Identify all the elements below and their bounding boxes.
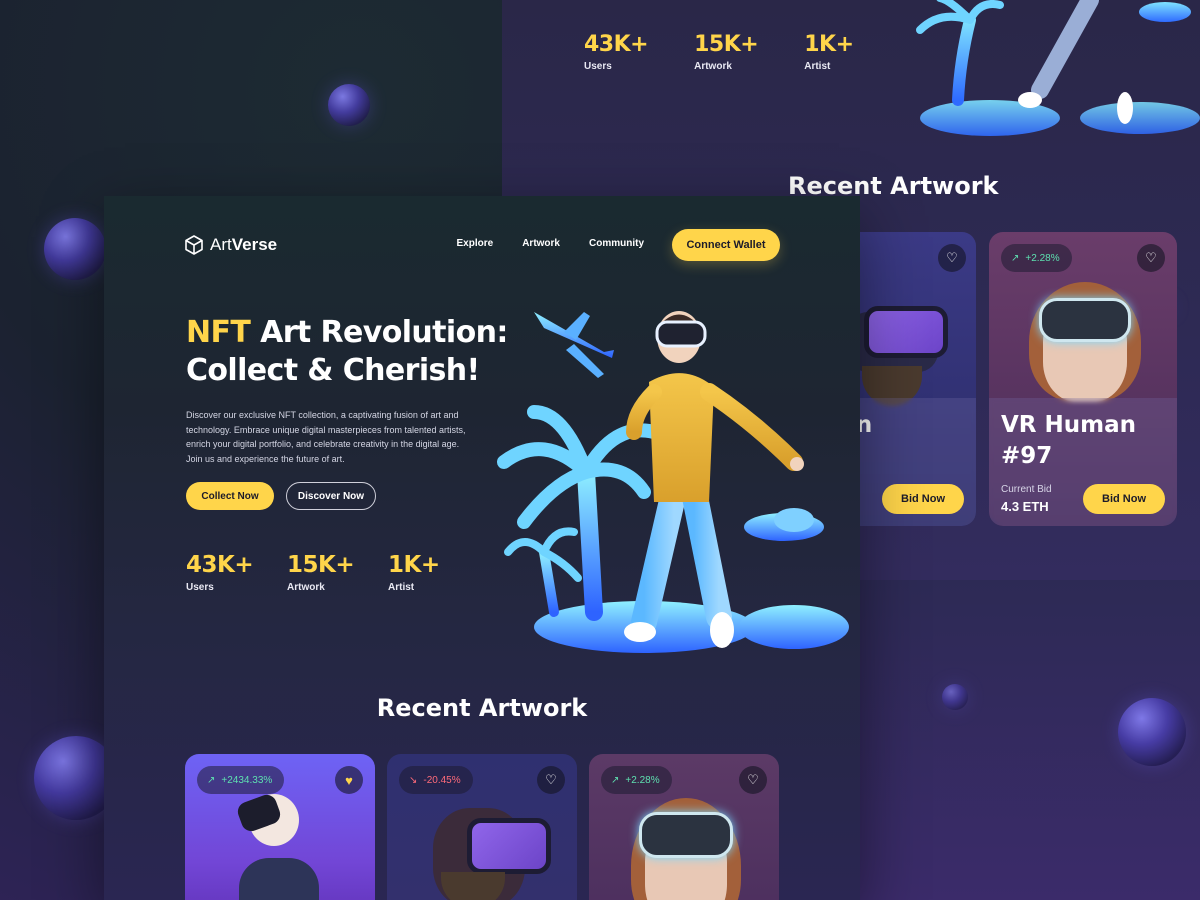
heart-icon: ♡ xyxy=(946,250,958,265)
connect-wallet-button[interactable]: Connect Wallet xyxy=(672,229,780,261)
favorite-button[interactable]: ♡ xyxy=(938,244,966,272)
price-change-chip: ↗ +2.28% xyxy=(1001,244,1072,272)
recent-artwork-title: Recent Artwork xyxy=(376,694,588,722)
current-bid-label: Current Bid xyxy=(1001,484,1052,495)
airplane-icon xyxy=(534,312,614,378)
stat-label: Users xyxy=(584,61,612,72)
stat-label: Artist xyxy=(388,582,415,593)
brand-name-bold: Verse xyxy=(231,235,278,254)
trend-up-icon: ↗ xyxy=(207,774,216,786)
trend-up-icon: ↗ xyxy=(611,774,620,786)
stat-value: 15K+ xyxy=(287,552,355,578)
price-change-value: -20.45% xyxy=(423,774,461,786)
nav-artwork[interactable]: Artwork xyxy=(522,238,560,249)
card-title-line2: #97 xyxy=(1001,443,1053,469)
discover-now-button[interactable]: Discover Now xyxy=(286,482,376,510)
landing-page-panel: Art Verse Explore Artwork Community Conne… xyxy=(104,196,860,900)
heart-icon: ♡ xyxy=(747,772,759,787)
trend-down-icon: ↘ xyxy=(409,774,418,786)
vr-character-art xyxy=(219,792,339,900)
artwork-card[interactable]: ↗ +2434.33% ♥ xyxy=(185,754,375,900)
decorative-bubble xyxy=(1118,698,1186,766)
stat-artwork: 15K+ Artwork xyxy=(287,552,388,593)
card-title: VR Human #97 xyxy=(1001,410,1136,472)
hero-title-line1: Art Revolution: xyxy=(250,315,508,350)
decorative-bubble xyxy=(328,84,370,126)
hero-title-accent: NFT xyxy=(186,315,251,350)
background-stats: 43K+ Users 15K+ Artwork 1K+ Artist xyxy=(584,32,854,72)
heart-filled-icon: ♥ xyxy=(345,772,353,788)
brand-logo[interactable]: Art Verse xyxy=(184,235,277,255)
stat-value: 43K+ xyxy=(584,32,649,57)
stat-value: 15K+ xyxy=(694,32,759,57)
stat-artist: 1K+ Artist xyxy=(804,32,854,72)
heart-icon: ♡ xyxy=(1145,250,1157,265)
nav-explore[interactable]: Explore xyxy=(457,238,494,249)
stat-value: 1K+ xyxy=(804,32,854,57)
bid-now-button[interactable]: Bid Now xyxy=(1083,484,1165,514)
background-artwork-card[interactable]: ↗ +2.28% ♡ VR Human #97 Current Bid 4.3 … xyxy=(989,232,1177,526)
favorite-button[interactable]: ♥ xyxy=(335,766,363,794)
nav-community[interactable]: Community xyxy=(589,238,644,249)
stats-row: 43K+ Users 15K+ Artwork 1K+ Artist xyxy=(186,552,489,593)
vr-character-art xyxy=(848,282,958,412)
bid-now-button[interactable]: Bid Now xyxy=(882,484,964,514)
card-title-line1: VR Human xyxy=(1001,412,1137,438)
price-change-value: +2434.33% xyxy=(221,774,273,786)
heart-icon: ♡ xyxy=(545,772,557,787)
artwork-card[interactable]: ↘ -20.45% ♡ xyxy=(387,754,577,900)
stat-users: 43K+ Users xyxy=(584,32,649,72)
hero-vr-character-illustration xyxy=(497,311,849,653)
nav-links: Explore Artwork Community xyxy=(457,238,644,249)
favorite-button[interactable]: ♡ xyxy=(1137,244,1165,272)
stat-label: Artist xyxy=(804,61,831,72)
stat-artwork: 15K+ Artwork xyxy=(694,32,759,72)
stat-label: Artwork xyxy=(287,582,325,593)
stat-value: 43K+ xyxy=(186,552,254,578)
stat-value: 1K+ xyxy=(388,552,440,578)
stat-label: Artwork xyxy=(694,61,732,72)
hero-title: NFT Art Revolution: Collect & Cherish! xyxy=(186,314,526,390)
favorite-button[interactable]: ♡ xyxy=(537,766,565,794)
decorative-bubble xyxy=(44,218,106,280)
decorative-bubble xyxy=(942,684,968,710)
brand-name-light: Art xyxy=(210,235,232,254)
price-change-chip: ↗ +2434.33% xyxy=(197,766,285,794)
navbar: Art Verse Explore Artwork Community Conne… xyxy=(184,229,780,261)
artwork-card[interactable]: ↗ +2.28% ♡ xyxy=(589,754,779,900)
vr-character-art xyxy=(423,798,553,900)
stat-label: Users xyxy=(186,582,214,593)
price-change-chip: ↘ -20.45% xyxy=(399,766,473,794)
card-info: VR Human #97 Current Bid 4.3 ETH Bid Now xyxy=(989,398,1177,526)
cube-icon xyxy=(185,235,203,255)
collect-now-button[interactable]: Collect Now xyxy=(186,482,274,510)
stat-artist: 1K+ Artist xyxy=(388,552,489,593)
stat-users: 43K+ Users xyxy=(186,552,287,593)
hero-title-line2: Collect & Cherish! xyxy=(186,353,480,388)
trend-up-icon: ↗ xyxy=(1011,252,1020,264)
vr-character-art xyxy=(625,784,745,900)
palm-tree-illustration xyxy=(916,0,1200,136)
current-bid-value: 4.3 ETH xyxy=(1001,499,1049,514)
vr-character-art xyxy=(1025,262,1145,412)
hero-description: Discover our exclusive NFT collection, a… xyxy=(186,410,466,464)
price-change-value: +2.28% xyxy=(1025,252,1060,264)
